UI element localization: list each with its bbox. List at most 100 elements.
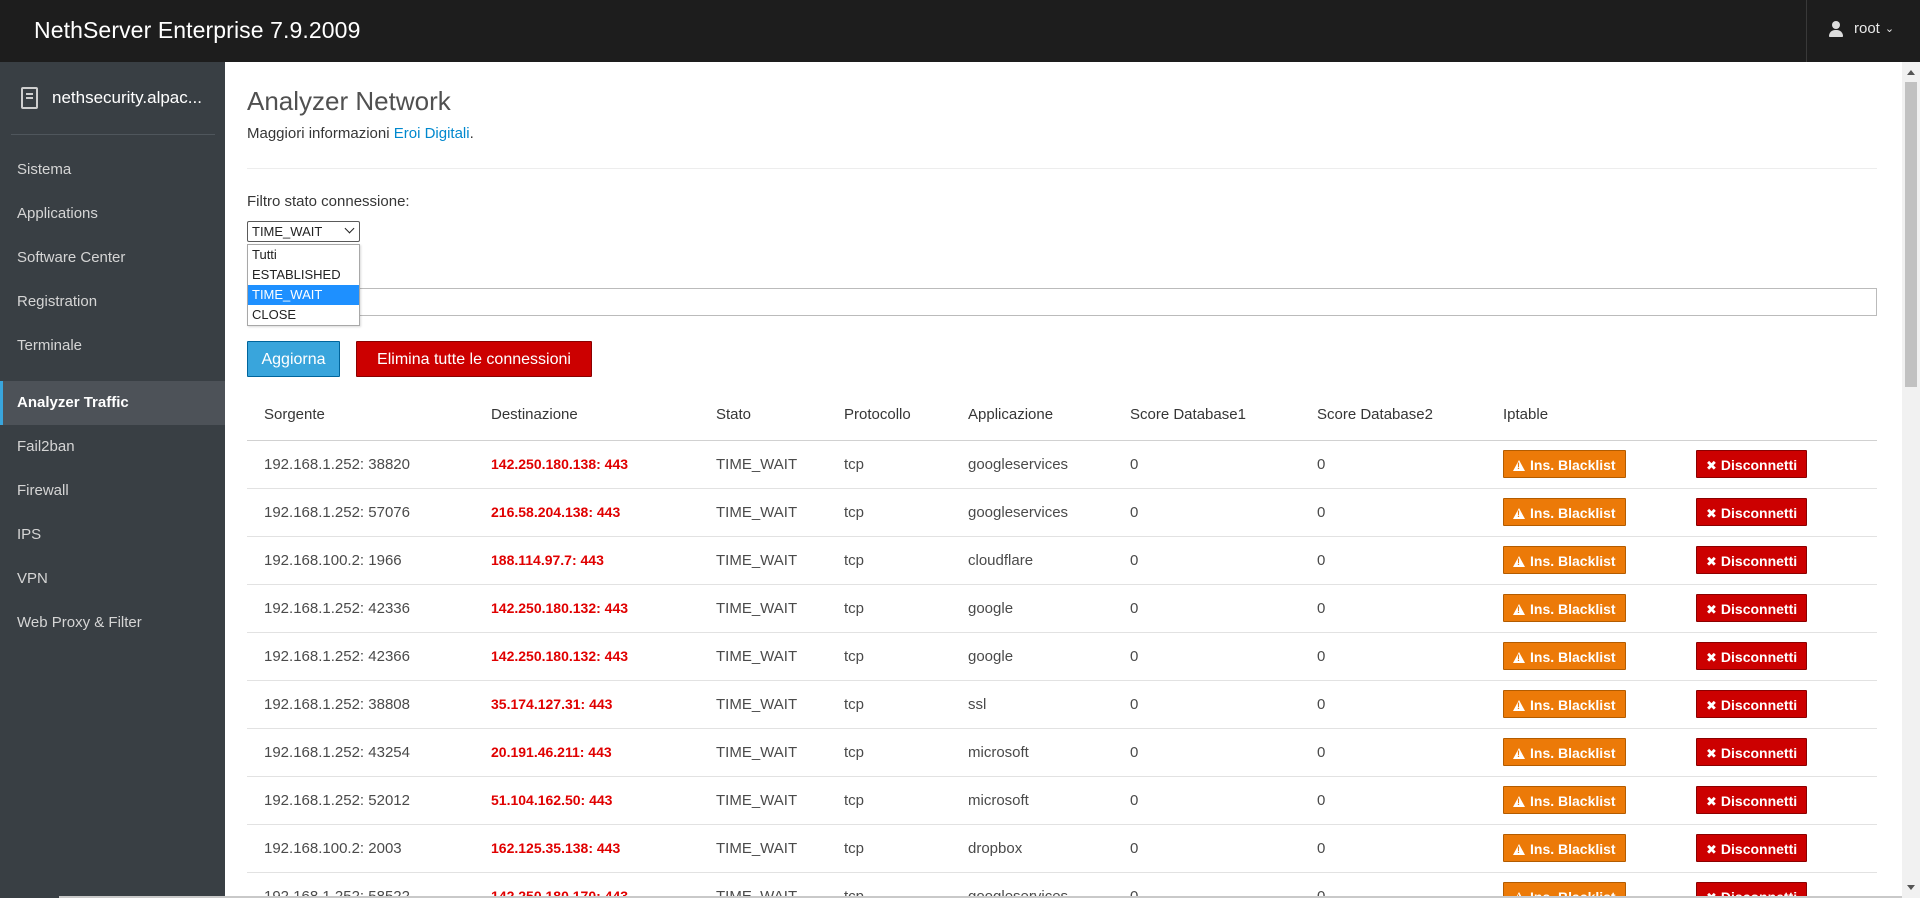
disconnect-cell: ✖ Disconnetti (1679, 824, 1877, 873)
blacklist-button[interactable]: Ins. Blacklist (1503, 450, 1626, 478)
blacklist-button[interactable]: Ins. Blacklist (1503, 786, 1626, 814)
option-close[interactable]: CLOSE (248, 305, 359, 325)
disconnect-button[interactable]: ✖ Disconnetti (1696, 498, 1808, 526)
disconnect-button[interactable]: ✖ Disconnetti (1696, 834, 1808, 862)
disconnect-button[interactable]: ✖ Disconnetti (1696, 738, 1808, 766)
sidebar-item-web-proxy-filter[interactable]: Web Proxy & Filter (0, 601, 225, 645)
chevron-down-icon (344, 223, 355, 234)
protocol-cell: tcp (827, 776, 951, 825)
user-menu[interactable]: root ⌄ (1829, 20, 1894, 37)
disconnect-button[interactable]: ✖ Disconnetti (1696, 546, 1808, 574)
host-name: nethsecurity.alpac... (52, 88, 202, 107)
refresh-button[interactable]: Aggiorna (247, 341, 340, 377)
disconnect-button[interactable]: ✖ Disconnetti (1696, 642, 1808, 670)
column-header[interactable]: Score Database1 (1113, 390, 1300, 441)
sidebar-item-firewall[interactable]: Firewall (0, 469, 225, 513)
state-cell: TIME_WAIT (699, 872, 827, 898)
disconnect-cell: ✖ Disconnetti (1679, 776, 1877, 825)
filter-label: Filtro stato connessione: (247, 193, 410, 210)
sidebar-item-vpn[interactable]: VPN (0, 557, 225, 601)
blacklist-cell: Ins. Blacklist (1486, 584, 1679, 633)
info-text: Maggiori informazioni Eroi Digitali. (247, 125, 474, 142)
info-link[interactable]: Eroi Digitali (394, 125, 470, 142)
option-established[interactable]: ESTABLISHED (248, 265, 359, 285)
destination-cell: 35.174.127.31: 443 (474, 680, 699, 729)
column-header[interactable]: Iptable (1486, 390, 1679, 441)
protocol-cell: tcp (827, 824, 951, 873)
blacklist-button[interactable]: Ins. Blacklist (1503, 738, 1626, 766)
column-header[interactable]: Stato (699, 390, 827, 441)
application-cell: cloudflare (951, 536, 1113, 585)
score-db2-cell: 0 (1300, 824, 1486, 873)
disconnect-button[interactable]: ✖ Disconnetti (1696, 786, 1808, 814)
sidebar-item-analyzer-traffic[interactable]: Analyzer Traffic (0, 381, 225, 425)
column-header[interactable]: Sorgente (247, 390, 474, 441)
blacklist-cell: Ins. Blacklist (1486, 728, 1679, 777)
destination-cell: 162.125.35.138: 443 (474, 824, 699, 873)
sidebar-item-software-center[interactable]: Software Center (0, 236, 225, 280)
source-cell: 192.168.1.252: 58522 (247, 872, 474, 898)
column-header[interactable]: Destinazione (474, 390, 699, 441)
blacklist-button[interactable]: Ins. Blacklist (1503, 834, 1626, 862)
section-divider (247, 168, 1877, 169)
delete-all-connections-button[interactable]: Elimina tutte le connessioni (356, 341, 592, 377)
option-tutti[interactable]: Tutti (248, 245, 359, 265)
host-selector[interactable]: nethsecurity.alpac... (0, 62, 225, 134)
blacklist-cell: Ins. Blacklist (1486, 488, 1679, 537)
close-icon: ✖ (1706, 506, 1717, 521)
close-icon: ✖ (1706, 794, 1717, 809)
blacklist-cell: Ins. Blacklist (1486, 536, 1679, 585)
application-cell: dropbox (951, 824, 1113, 873)
state-filter-value: TIME_WAIT (252, 224, 323, 239)
search-input[interactable] (247, 288, 1877, 316)
sidebar-item-applications[interactable]: Applications (0, 192, 225, 236)
source-cell: 192.168.1.252: 42336 (247, 584, 474, 633)
warning-icon (1513, 556, 1525, 567)
blacklist-cell: Ins. Blacklist (1486, 680, 1679, 729)
disconnect-button[interactable]: ✖ Disconnetti (1696, 690, 1808, 718)
application-cell: microsoft (951, 776, 1113, 825)
close-icon: ✖ (1706, 554, 1717, 569)
sidebar-item-registration[interactable]: Registration (0, 280, 225, 324)
user-name: root (1854, 20, 1880, 37)
source-cell: 192.168.1.252: 43254 (247, 728, 474, 777)
blacklist-button[interactable]: Ins. Blacklist (1503, 642, 1626, 670)
blacklist-button[interactable]: Ins. Blacklist (1503, 498, 1626, 526)
column-header[interactable]: Protocollo (827, 390, 951, 441)
sidebar-item-terminale[interactable]: Terminale (0, 324, 225, 368)
scrollbar-thumb[interactable] (1905, 82, 1917, 387)
column-header[interactable]: Applicazione (951, 390, 1113, 441)
destination-cell: 188.114.97.7: 443 (474, 536, 699, 585)
disconnect-label: Disconnetti (1720, 793, 1798, 809)
disconnect-label: Disconnetti (1720, 745, 1798, 761)
info-prefix: Maggiori informazioni (247, 125, 394, 142)
blacklist-button[interactable]: Ins. Blacklist (1503, 594, 1626, 622)
option-time-wait[interactable]: TIME_WAIT (248, 285, 359, 305)
disconnect-button[interactable]: ✖ Disconnetti (1696, 594, 1808, 622)
scroll-up-arrow[interactable] (1907, 70, 1915, 75)
score-db2-cell: 0 (1300, 536, 1486, 585)
close-icon: ✖ (1706, 746, 1717, 761)
user-icon (1829, 20, 1843, 37)
disconnect-button[interactable]: ✖ Disconnetti (1696, 450, 1808, 478)
disconnect-cell: ✖ Disconnetti (1679, 488, 1877, 537)
page-title: Analyzer Network (247, 86, 451, 116)
scrollbar[interactable] (1902, 62, 1920, 898)
blacklist-label: Ins. Blacklist (1530, 697, 1616, 713)
source-cell: 192.168.1.252: 57076 (247, 488, 474, 537)
blacklist-button[interactable]: Ins. Blacklist (1503, 690, 1626, 718)
blacklist-label: Ins. Blacklist (1530, 649, 1616, 665)
scroll-down-arrow[interactable] (1907, 885, 1915, 890)
sidebar-item-ips[interactable]: IPS (0, 513, 225, 557)
column-header[interactable]: Score Database2 (1300, 390, 1486, 441)
blacklist-button[interactable]: Ins. Blacklist (1503, 546, 1626, 574)
sidebar-item-sistema[interactable]: Sistema (0, 148, 225, 192)
state-filter-select[interactable]: TIME_WAIT (247, 221, 360, 242)
state-cell: TIME_WAIT (699, 728, 827, 777)
top-navbar: NethServer Enterprise 7.9.2009 root ⌄ (0, 0, 1920, 62)
blacklist-label: Ins. Blacklist (1530, 505, 1616, 521)
close-icon: ✖ (1706, 650, 1717, 665)
brand-title[interactable]: NethServer Enterprise 7.9.2009 (34, 17, 360, 44)
score-db1-cell: 0 (1113, 728, 1300, 777)
sidebar-item-fail2ban[interactable]: Fail2ban (0, 425, 225, 469)
